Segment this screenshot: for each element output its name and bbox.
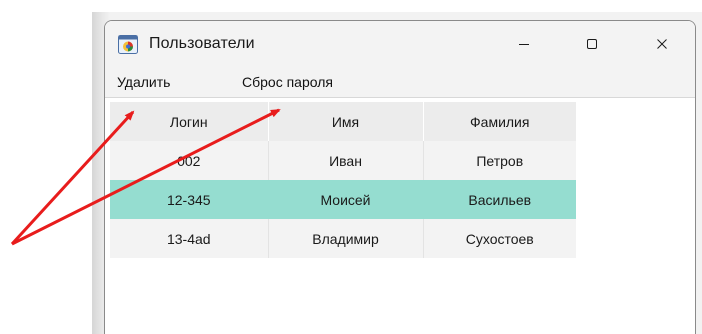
cell-login[interactable]: 002 bbox=[110, 141, 269, 180]
window-title: Пользователи bbox=[149, 35, 255, 52]
cell-surname[interactable]: Сухостоев bbox=[423, 219, 576, 258]
app-icon bbox=[118, 35, 138, 54]
table-row[interactable]: 002 Иван Петров bbox=[110, 141, 576, 180]
users-table: Логин Имя Фамилия 002 Иван Петров 12-345… bbox=[110, 102, 576, 258]
cell-surname[interactable]: Васильев bbox=[423, 180, 576, 219]
close-icon bbox=[657, 39, 667, 49]
menu-item-delete[interactable]: Удалить bbox=[117, 74, 170, 90]
cell-login[interactable]: 12-345 bbox=[110, 180, 269, 219]
cell-surname[interactable]: Петров bbox=[423, 141, 576, 180]
maximize-button[interactable] bbox=[569, 21, 615, 67]
table-header-row: Логин Имя Фамилия bbox=[110, 102, 576, 141]
menu-item-reset-password[interactable]: Сброс пароля bbox=[242, 74, 333, 90]
cell-name[interactable]: Иван bbox=[268, 141, 424, 180]
cell-name[interactable]: Моисей bbox=[268, 180, 424, 219]
cell-name[interactable]: Владимир bbox=[268, 219, 424, 258]
minimize-icon bbox=[519, 44, 529, 45]
users-window: Пользователи Удалить Сброс пароля Логин … bbox=[104, 20, 696, 334]
column-header-surname[interactable]: Фамилия bbox=[423, 102, 576, 141]
column-header-login[interactable]: Логин bbox=[110, 102, 269, 141]
column-header-name[interactable]: Имя bbox=[268, 102, 424, 141]
cell-login[interactable]: 13-4ad bbox=[110, 219, 269, 258]
maximize-icon bbox=[587, 39, 597, 49]
minimize-button[interactable] bbox=[501, 21, 547, 67]
menu-bar: Удалить Сброс пароля bbox=[105, 67, 695, 97]
title-bar[interactable]: Пользователи bbox=[105, 21, 695, 67]
table-row[interactable]: 13-4ad Владимир Сухостоев bbox=[110, 219, 576, 258]
table-row-selected[interactable]: 12-345 Моисей Васильев bbox=[110, 180, 576, 219]
users-table-area: Логин Имя Фамилия 002 Иван Петров 12-345… bbox=[105, 97, 695, 334]
close-button[interactable] bbox=[639, 21, 685, 67]
